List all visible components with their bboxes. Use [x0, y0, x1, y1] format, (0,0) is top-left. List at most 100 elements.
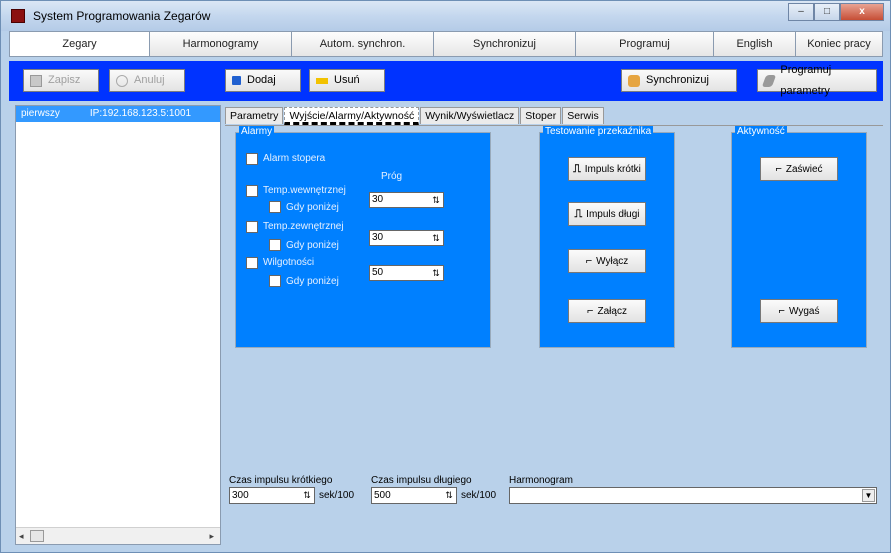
menu-tab-exit[interactable]: Koniec pracy [795, 31, 883, 57]
falling-edge-icon: ⌐ [778, 305, 785, 317]
remove-icon [316, 77, 328, 84]
short-pulse-button[interactable]: ⎍ Impuls krótki [568, 157, 646, 181]
short-pulse-time-label: Czas impulsu krótkiego [229, 475, 333, 486]
window-title: System Programowania Zegarów [33, 9, 211, 23]
scroll-left-icon[interactable]: ◂ [19, 531, 24, 542]
eraser-icon [761, 74, 777, 87]
short-pulse-unit: sek/100 [319, 490, 355, 501]
long-pulse-unit: sek/100 [461, 490, 497, 501]
relay-on-label: Załącz [597, 305, 627, 317]
light-on-button[interactable]: ⌐ Zaświeć [760, 157, 838, 181]
stopwatch-alarm-checkbox[interactable] [246, 153, 258, 165]
outer-temp-input[interactable]: 30 ⇅ [369, 230, 444, 246]
spinner-icon[interactable]: ⇅ [430, 232, 442, 244]
spinner-icon[interactable]: ⇅ [443, 489, 455, 501]
relay-on-button[interactable]: ⌐ Załącz [568, 299, 646, 323]
minimize-button[interactable]: – [788, 3, 814, 21]
clock-ip: IP:192.168.123.5:1001 [89, 108, 192, 119]
outer-temp-label: Temp.zewnętrznej [263, 221, 344, 232]
menu-tab-english[interactable]: English [713, 31, 795, 57]
remove-button[interactable]: Usuń [309, 69, 385, 92]
synchronize-button[interactable]: Synchronizuj [621, 69, 737, 92]
relay-off-button[interactable]: ⌐ Wyłącz [568, 249, 646, 273]
short-pulse-label: Impuls krótki [584, 163, 641, 175]
schedule-dropdown[interactable]: ▼ [509, 487, 877, 504]
sync-icon [628, 74, 640, 87]
inner-temp-label: Temp.wewnętrznej [263, 185, 346, 196]
spinner-icon[interactable]: ⇅ [430, 194, 442, 206]
spinner-icon[interactable]: ⇅ [430, 267, 442, 279]
menu-tab-autosync[interactable]: Autom. synchron. [291, 31, 433, 57]
long-pulse-time-value: 500 [374, 490, 391, 501]
tab-service[interactable]: Serwis [562, 107, 604, 124]
app-window: System Programowania Zegarów – □ x Zegar… [0, 0, 891, 553]
spinner-icon[interactable]: ⇅ [301, 489, 313, 501]
humidity-label: Wilgotności [263, 257, 315, 268]
activity-group: Aktywność ⌐ Zaświeć ⌐ Wygaś [731, 126, 867, 348]
chevron-down-icon[interactable]: ▼ [862, 489, 875, 502]
tab-outputs-alarms[interactable]: Wyjście/Alarmy/Aktywność [284, 107, 420, 125]
menu-tab-programuj[interactable]: Programuj [575, 31, 713, 57]
long-pulse-label: Impuls długi [586, 208, 640, 220]
rising-edge-icon: ⌐ [587, 305, 594, 317]
outer-below-checkbox[interactable] [269, 239, 281, 251]
inner-below-label: Gdy poniżej [286, 202, 339, 213]
add-icon [232, 76, 241, 85]
clock-list: pierwszy IP:192.168.123.5:1001 ◂ ▸ [15, 105, 221, 545]
light-on-label: Zaświeć [785, 163, 823, 175]
remove-label: Usuń [334, 74, 360, 86]
light-off-button[interactable]: ⌐ Wygaś [760, 299, 838, 323]
long-pulse-button[interactable]: ⎍ Impuls długi [568, 202, 646, 226]
tab-parametry[interactable]: Parametry [225, 107, 284, 124]
scroll-right-icon[interactable]: ▸ [209, 531, 214, 542]
save-button[interactable]: Zapisz [23, 69, 99, 92]
title-bar[interactable]: System Programowania Zegarów – □ x [1, 1, 890, 31]
humidity-input[interactable]: 50 ⇅ [369, 265, 444, 281]
relay-test-group: Testowanie przekaźnika ⎍ Impuls krótki ⎍ I… [539, 126, 675, 348]
maximize-button[interactable]: □ [814, 3, 840, 21]
humidity-checkbox[interactable] [246, 257, 258, 269]
menu-tab-synchronizuj[interactable]: Synchronizuj [433, 31, 575, 57]
program-parameters-button[interactable]: Programuj parametry [757, 64, 877, 97]
alarms-title: Alarmy [239, 126, 275, 137]
inner-temp-input[interactable]: 30 ⇅ [369, 192, 444, 208]
close-button[interactable]: x [840, 3, 884, 21]
app-icon [11, 9, 25, 23]
save-label: Zapisz [48, 74, 81, 86]
outer-below-label: Gdy poniżej [286, 240, 339, 251]
alarms-group: Alarmy Alarm stopera Próg Temp.wewnętrzn… [235, 126, 491, 348]
program-label: Programuj parametry [780, 63, 832, 97]
tab-stopwatch[interactable]: Stoper [520, 107, 562, 124]
stopwatch-alarm-label: Alarm stopera [263, 153, 326, 164]
cancel-icon [116, 74, 128, 87]
relay-off-label: Wyłącz [596, 255, 629, 267]
outer-temp-checkbox[interactable] [246, 221, 258, 233]
relay-test-title: Testowanie przekaźnika [543, 126, 654, 137]
clock-name: pierwszy [21, 108, 60, 119]
sub-tabs: Parametry Wyjście/Alarmy/Aktywność Wynik… [225, 107, 605, 125]
list-item[interactable]: pierwszy IP:192.168.123.5:1001 [16, 106, 220, 122]
menu-tab-harmonogramy[interactable]: Harmonogramy [149, 31, 291, 57]
short-pulse-time-input[interactable]: 300 ⇅ [229, 487, 315, 504]
inner-temp-value: 30 [372, 194, 384, 205]
pulse-long-icon: ⎍ [574, 207, 583, 220]
outer-temp-value: 30 [372, 232, 384, 243]
light-off-label: Wygaś [788, 305, 820, 317]
long-pulse-time-input[interactable]: 500 ⇅ [371, 487, 457, 504]
inner-below-checkbox[interactable] [269, 201, 281, 213]
scroll-thumb[interactable] [30, 530, 44, 542]
toolbar: Zapisz Anuluj Dodaj Usuń Synchronizuj Pr… [9, 61, 883, 101]
inner-temp-checkbox[interactable] [246, 185, 258, 197]
activity-title: Aktywność [735, 126, 787, 137]
rising-edge-icon: ⌐ [775, 163, 782, 175]
humidity-value: 50 [372, 267, 384, 278]
short-pulse-time-value: 300 [232, 490, 249, 501]
tab-display[interactable]: Wynik/Wyświetlacz [420, 107, 520, 124]
add-button[interactable]: Dodaj [225, 69, 301, 92]
humidity-below-label: Gdy poniżej [286, 276, 339, 287]
cancel-button[interactable]: Anuluj [109, 69, 185, 92]
tab-content: Parametry Wyjście/Alarmy/Aktywność Wynik… [225, 105, 883, 545]
horizontal-scrollbar[interactable]: ◂ ▸ [16, 527, 220, 544]
menu-tab-zegary[interactable]: Zegary [9, 31, 149, 57]
humidity-below-checkbox[interactable] [269, 275, 281, 287]
